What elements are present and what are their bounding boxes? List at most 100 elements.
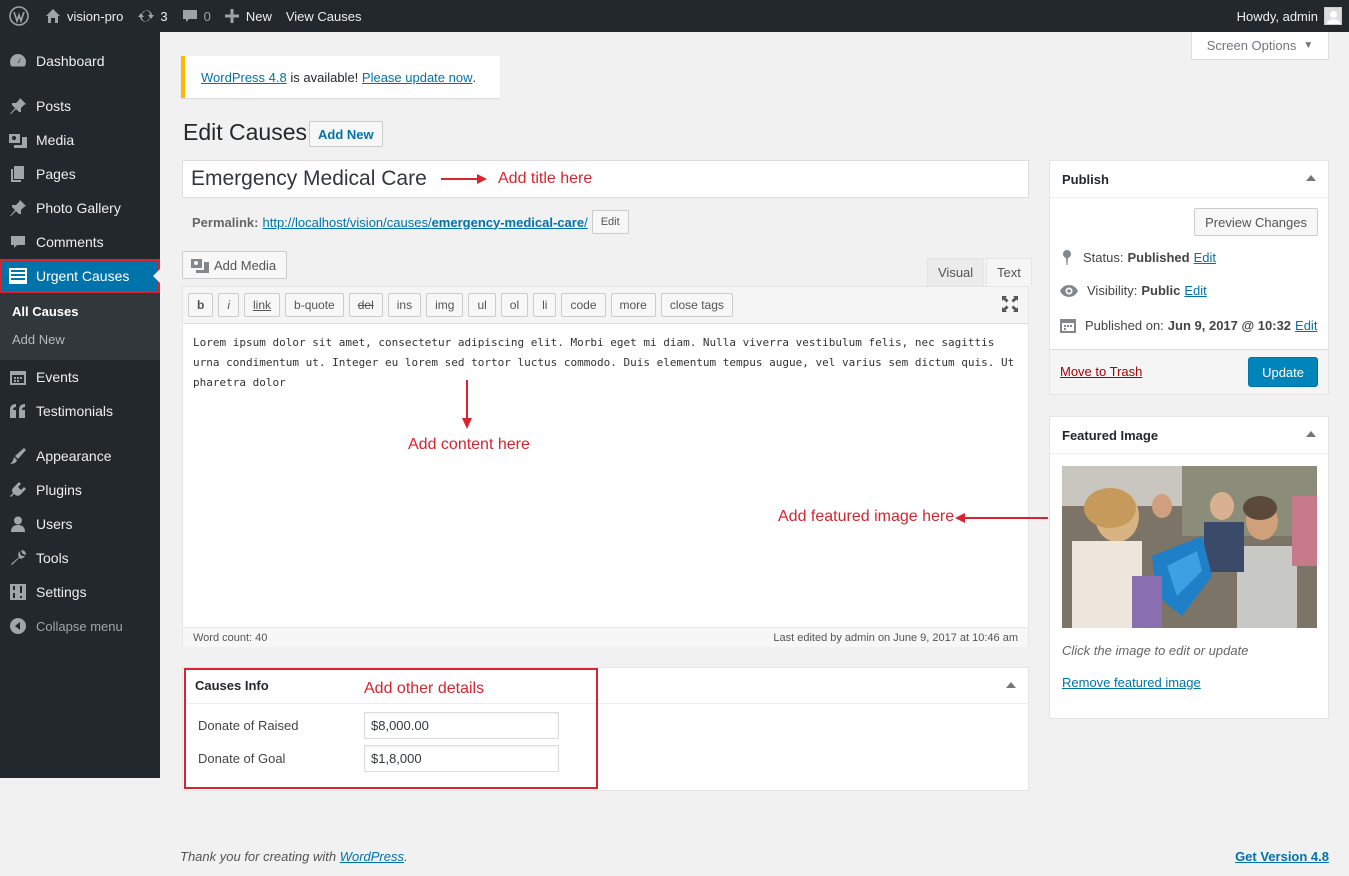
publish-box: Publish Preview Changes Status: Publishe… (1049, 160, 1329, 395)
tab-text[interactable]: Text (986, 258, 1032, 286)
raised-input[interactable]: $8,000.00 (364, 712, 559, 739)
arrow-right-icon (441, 174, 487, 184)
featured-image-box: Featured Image Click the image to edit o… (1049, 416, 1329, 719)
updates-link[interactable]: 3 (130, 0, 174, 32)
comments-link[interactable]: 0 (175, 0, 218, 32)
quicktag-li-button[interactable]: li (533, 293, 557, 317)
menu-appearance[interactable]: Appearance (0, 439, 160, 473)
visibility-edit-link[interactable]: Edit (1184, 283, 1206, 298)
wrench-icon (11, 550, 26, 565)
submenu-all-causes[interactable]: All Causes (0, 298, 160, 326)
screen-options-button[interactable]: Screen Options ▼ (1191, 32, 1329, 60)
menu-label: Tools (36, 550, 69, 566)
menu-tools[interactable]: Tools (0, 541, 160, 575)
quicktag-link-button[interactable]: link (244, 293, 281, 317)
quicktag-italic-button[interactable]: i (218, 293, 240, 317)
menu-photo-gallery[interactable]: Photo Gallery (0, 191, 160, 225)
list-icon (9, 268, 27, 284)
quicktag-code-button[interactable]: code (561, 293, 606, 317)
wordpress-logo-icon[interactable] (0, 0, 38, 32)
published-label: Published on: (1085, 317, 1164, 333)
menu-posts[interactable]: Posts (0, 89, 160, 123)
permalink-edit-button[interactable]: Edit (591, 210, 629, 234)
post-title-input[interactable]: Emergency Medical Care (182, 160, 1029, 198)
updates-icon (138, 9, 155, 23)
admin-menu: Dashboard Posts Media Pages Photo Galler… (0, 32, 160, 778)
editor-status-bar: Word count: 40 Last edited by admin on J… (183, 627, 1028, 647)
menu-label: Users (36, 516, 73, 532)
quicktag-blockquote-button[interactable]: b-quote (285, 293, 344, 317)
permalink-url[interactable]: http://localhost/vision/causes/emergency… (262, 215, 587, 230)
menu-label: Urgent Causes (36, 268, 130, 284)
update-button[interactable]: Update (1248, 357, 1318, 387)
menu-testimonials[interactable]: Testimonials (0, 394, 160, 428)
wordpress-version-link[interactable]: WordPress 4.8 (201, 70, 287, 85)
home-icon (46, 9, 60, 23)
menu-label: Posts (36, 98, 72, 114)
triangle-up-icon[interactable] (1006, 682, 1016, 688)
content-textarea[interactable]: Lorem ipsum dolor sit amet, consectetur … (183, 324, 1028, 627)
quicktag-del-button[interactable]: del (348, 293, 383, 317)
content-editor: b i link b-quote del ins img ul ol li co… (182, 286, 1029, 647)
get-version-link[interactable]: Get Version 4.8 (1235, 849, 1329, 864)
status-edit-link[interactable]: Edit (1194, 250, 1216, 265)
triangle-up-icon[interactable] (1306, 431, 1316, 437)
update-now-link[interactable]: Please update now (362, 70, 473, 85)
move-to-trash-link[interactable]: Move to Trash (1060, 364, 1142, 379)
featured-image-header[interactable]: Featured Image (1050, 417, 1328, 454)
publish-header[interactable]: Publish (1050, 161, 1328, 198)
menu-comments[interactable]: Comments (0, 225, 160, 259)
quicktag-bold-button[interactable]: b (188, 293, 214, 317)
permalink-slug: emergency-medical-care (431, 214, 585, 230)
quicktag-close-tags-button[interactable]: close tags (660, 293, 733, 317)
featured-image-thumbnail[interactable] (1062, 466, 1317, 628)
user-icon (11, 516, 25, 532)
view-causes-link[interactable]: View Causes (279, 0, 369, 32)
menu-events[interactable]: Events (0, 360, 160, 394)
pin-icon (10, 98, 26, 114)
add-media-button[interactable]: Add Media (182, 251, 287, 279)
permalink-base: http://localhost/vision/causes/ (262, 214, 432, 230)
preview-changes-button[interactable]: Preview Changes (1194, 208, 1318, 236)
menu-users[interactable]: Users (0, 507, 160, 541)
footer-wordpress-link[interactable]: WordPress (340, 849, 404, 864)
menu-urgent-causes[interactable]: Urgent Causes (0, 259, 160, 293)
published-edit-link[interactable]: Edit (1295, 318, 1317, 333)
quicktag-ins-button[interactable]: ins (387, 293, 422, 317)
update-notice: WordPress 4.8 is available! Please updat… (181, 56, 500, 98)
causes-info-header[interactable]: Causes Info (183, 668, 1028, 704)
goal-input[interactable]: $1,8,000 (364, 745, 559, 772)
footer-suffix: . (404, 849, 408, 864)
menu-pages[interactable]: Pages (0, 157, 160, 191)
fullscreen-icon[interactable] (1002, 295, 1018, 315)
publish-actions: Move to Trash Update (1050, 349, 1328, 394)
menu-settings[interactable]: Settings (0, 575, 160, 609)
my-account[interactable]: Howdy, admin (1237, 7, 1349, 25)
annotation-content: Add content here (408, 436, 530, 453)
updates-count: 3 (160, 8, 168, 24)
new-content-link[interactable]: New (218, 0, 279, 32)
status-row: Status: Published Edit (1060, 249, 1216, 265)
quicktag-ol-button[interactable]: ol (500, 293, 529, 317)
remove-featured-image-link[interactable]: Remove featured image (1062, 675, 1201, 690)
quicktag-ul-button[interactable]: ul (468, 293, 496, 317)
settings-icon (10, 584, 26, 600)
permalink: Permalink: http://localhost/vision/cause… (192, 210, 629, 234)
menu-media[interactable]: Media (0, 123, 160, 157)
status-value: Published (1127, 249, 1190, 265)
tab-visual[interactable]: Visual (927, 258, 985, 286)
menu-collapse[interactable]: Collapse menu (0, 609, 160, 643)
arrow-left-icon (955, 513, 1048, 523)
menu-plugins[interactable]: Plugins (0, 473, 160, 507)
triangle-up-icon[interactable] (1306, 175, 1316, 181)
published-value: Jun 9, 2017 @ 10:32 (1167, 317, 1292, 333)
menu-dashboard[interactable]: Dashboard (0, 44, 160, 78)
quicktag-img-button[interactable]: img (426, 293, 464, 317)
status-label: Status: (1083, 249, 1124, 265)
eye-icon (1060, 284, 1078, 297)
quicktag-more-button[interactable]: more (610, 293, 656, 317)
add-new-button[interactable]: Add New (309, 121, 383, 147)
site-name-link[interactable]: vision-pro (38, 0, 130, 32)
menu-label: Pages (36, 166, 76, 182)
submenu-add-new[interactable]: Add New (0, 326, 160, 354)
